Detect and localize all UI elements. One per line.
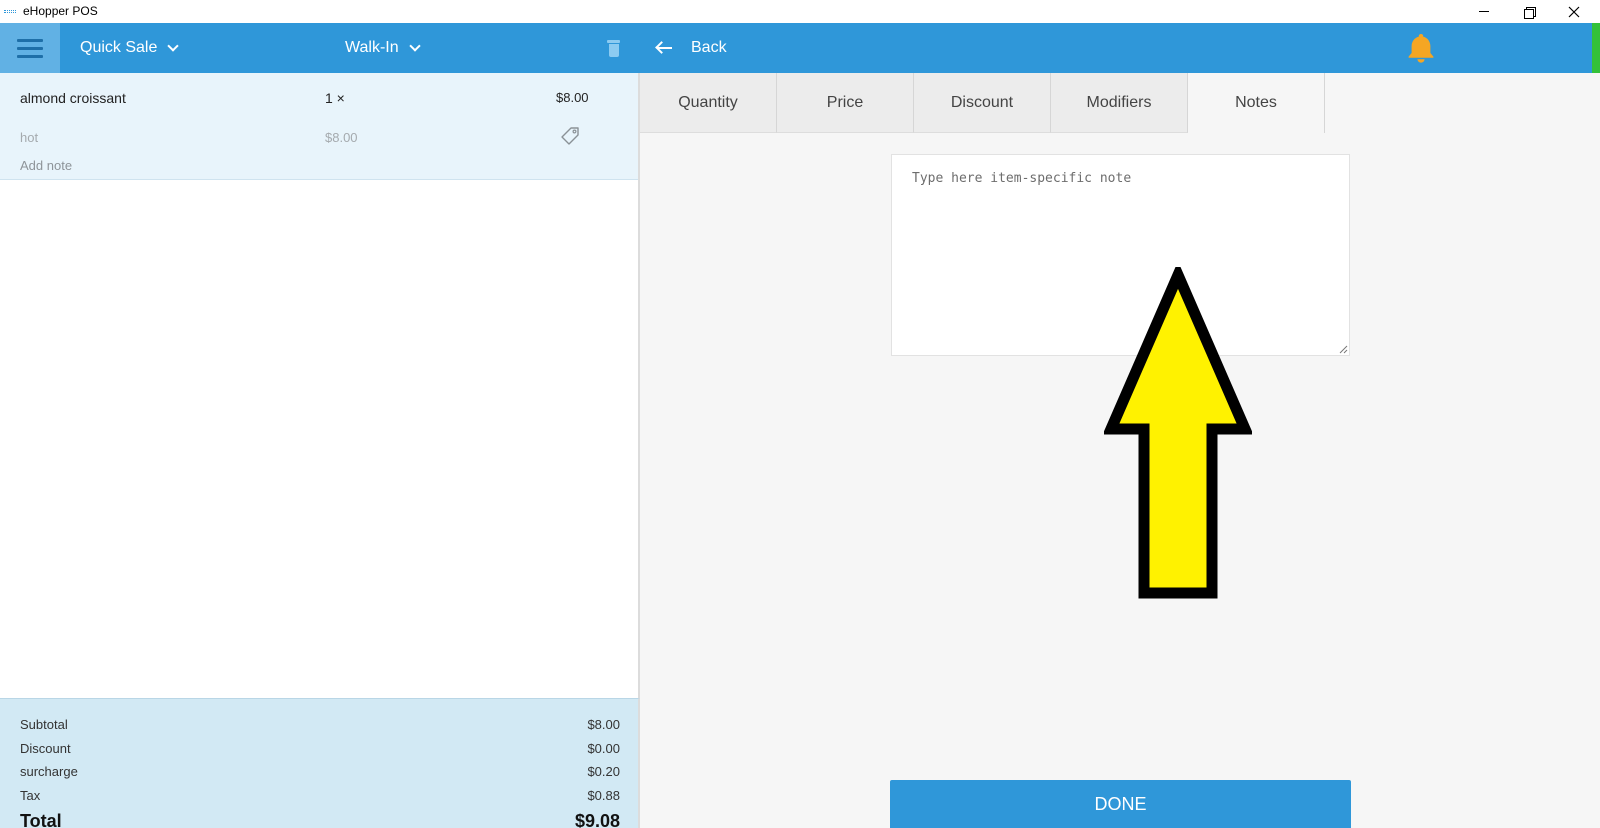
subtotal-value: $8.00 xyxy=(587,717,620,732)
item-price: $8.00 xyxy=(556,90,589,105)
item-quantity: 1 × xyxy=(325,90,345,106)
minimize-button[interactable] xyxy=(1461,0,1507,23)
back-button[interactable]: Back xyxy=(655,23,727,73)
order-list: almond croissant 1 × $8.00 hot $8.00 Add… xyxy=(0,73,640,698)
done-button[interactable]: DONE xyxy=(890,780,1351,828)
tab-price[interactable]: Price xyxy=(777,73,914,133)
hamburger-line xyxy=(17,46,43,50)
surcharge-value: $0.20 xyxy=(587,764,620,779)
resize-grip-icon[interactable] xyxy=(1338,344,1348,354)
app-logo-icon xyxy=(4,10,16,13)
item-name: almond croissant xyxy=(20,90,126,106)
order-line-item[interactable]: almond croissant 1 × $8.00 hot $8.00 Add… xyxy=(0,73,638,180)
order-totals: Subtotal $8.00 Discount $0.00 surcharge … xyxy=(0,698,640,828)
surcharge-label: surcharge xyxy=(20,764,78,779)
minimize-icon xyxy=(1479,11,1489,12)
add-note-link[interactable]: Add note xyxy=(20,158,72,173)
chevron-down-icon xyxy=(167,39,180,52)
back-arrow-icon xyxy=(655,41,673,55)
close-window-button[interactable] xyxy=(1551,0,1597,23)
item-modifier-price: $8.00 xyxy=(325,130,358,145)
editor-tabs: Quantity Price Discount Modifiers Notes xyxy=(640,73,1325,133)
discount-label: Discount xyxy=(20,741,71,756)
delete-order-button[interactable] xyxy=(605,39,625,59)
tab-discount[interactable]: Discount xyxy=(914,73,1051,133)
tab-quantity[interactable]: Quantity xyxy=(640,73,777,133)
sale-type-label: Quick Sale xyxy=(80,39,158,56)
tax-label: Tax xyxy=(20,788,41,803)
discount-value: $0.00 xyxy=(587,741,620,756)
tax-value: $0.88 xyxy=(587,788,620,803)
notification-bell-icon[interactable] xyxy=(1404,31,1438,65)
window-titlebar: eHopper POS xyxy=(0,0,1600,23)
tab-notes[interactable]: Notes xyxy=(1188,73,1325,133)
window-title: eHopper POS xyxy=(23,4,98,18)
subtotal-label: Subtotal xyxy=(20,717,68,732)
chevron-down-icon xyxy=(408,39,421,52)
price-tag-icon[interactable] xyxy=(560,126,580,146)
hamburger-line xyxy=(17,54,43,58)
restore-button[interactable] xyxy=(1506,0,1552,23)
hamburger-menu-button[interactable] xyxy=(0,23,60,73)
trash-icon-body xyxy=(609,44,619,57)
back-label: Back xyxy=(691,39,727,56)
item-editor-header: Back xyxy=(640,23,1600,73)
status-strip xyxy=(1592,23,1600,73)
total-label: Total xyxy=(20,811,62,828)
highlight-arrow-icon xyxy=(1104,267,1252,599)
restore-icon xyxy=(1524,6,1536,19)
customer-label: Walk-In xyxy=(345,39,399,56)
item-modifier: hot xyxy=(20,130,39,145)
order-header: Quick Sale Walk-In xyxy=(0,23,640,73)
customer-dropdown[interactable]: Walk-In xyxy=(345,23,421,73)
hamburger-line xyxy=(17,38,43,42)
total-value: $9.08 xyxy=(574,811,620,828)
trash-icon xyxy=(607,40,620,43)
tab-modifiers[interactable]: Modifiers xyxy=(1051,73,1188,133)
sale-type-dropdown[interactable]: Quick Sale xyxy=(80,23,180,73)
item-editor-panel: Quantity Price Discount Modifiers Notes … xyxy=(640,73,1600,828)
close-icon xyxy=(1568,6,1580,17)
